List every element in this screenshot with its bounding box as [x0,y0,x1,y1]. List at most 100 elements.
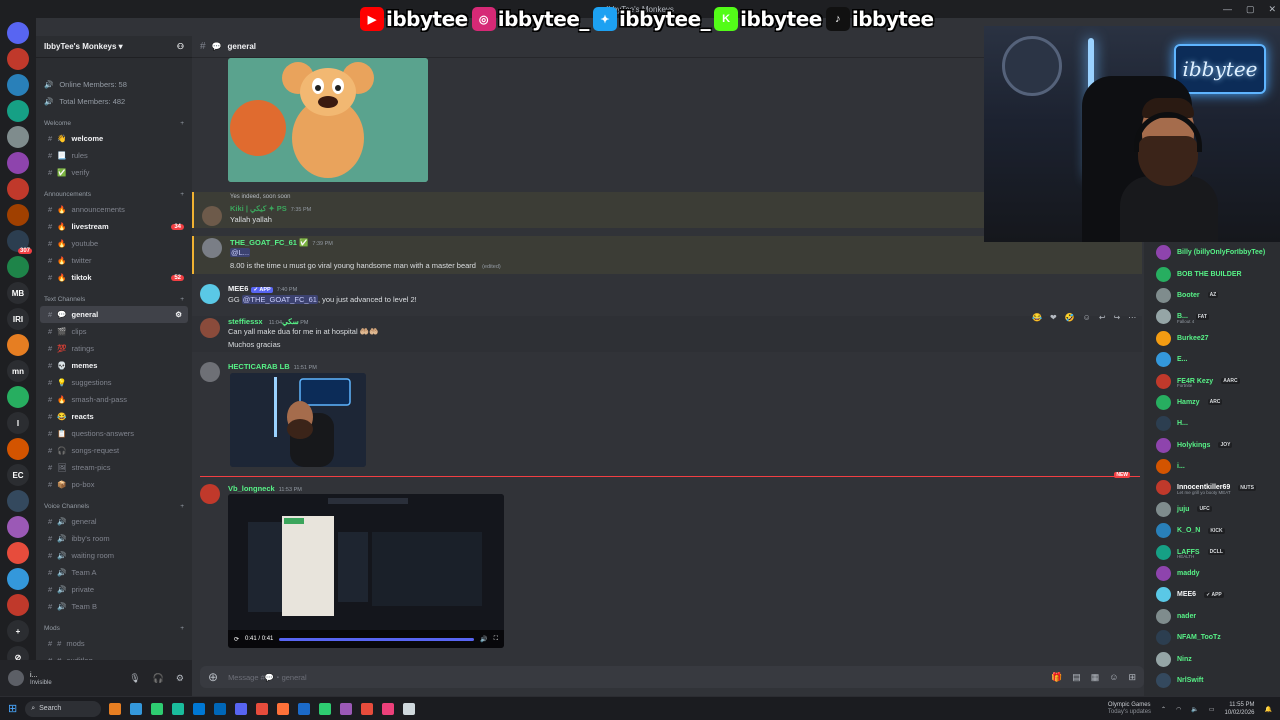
channel-item-memes[interactable]: # 💀 memes [36,357,192,374]
server-icon[interactable] [7,152,29,174]
avatar[interactable] [1156,394,1171,410]
apps-icon[interactable]: ⊞ [1128,672,1136,683]
add-channel-icon[interactable]: + [180,503,184,510]
avatar[interactable] [1156,352,1171,368]
message-item[interactable]: steffiessx سكي11:04 PM Can yall make dua… [192,313,1142,352]
channel-item-livestream[interactable]: # 🔥 livestream 34 [36,218,192,235]
server-icon[interactable] [7,490,29,512]
add-member-icon[interactable]: ⚇ [177,42,184,51]
video-attachment[interactable]: ⟳ 0:41 / 0:41 🔊 ⛶ [228,494,504,648]
avatar[interactable] [1156,373,1171,389]
message-item[interactable]: MEE6 ✓ APP 7:40 PM GG @THE_GOAT_FC_61, you… [192,282,1142,308]
avatar[interactable] [200,318,220,338]
replay-icon[interactable]: ⟳ [234,636,239,643]
avatar[interactable] [1156,651,1171,667]
category-header[interactable]: Welcome + [36,116,192,130]
reaction-heart-icon[interactable]: ❤ [1050,313,1057,322]
category-header[interactable]: Mods + [36,621,192,635]
message-item[interactable]: HECTICARAB LB 11:51 PM [192,362,1142,470]
channel-item-youtube[interactable]: # 🔥 youtube [36,235,192,252]
channel-item-waiting-room[interactable]: # 🔊 waiting room [36,547,192,564]
channel-item-general[interactable]: # 💬 general ⚙ [40,306,188,323]
taskbar-app-icon[interactable] [193,702,206,715]
channel-item-clips[interactable]: # 🎬 clips [36,323,192,340]
avatar[interactable] [1156,416,1171,432]
avatar[interactable] [1156,309,1171,325]
member-item[interactable]: Ninz [1144,648,1280,669]
taskbar-search[interactable]: ⌕ Search [25,700,102,717]
add-channel-icon[interactable]: + [180,120,184,127]
channel-item-mods[interactable]: # # mods [36,635,192,652]
member-item[interactable]: E... [1144,349,1280,370]
avatar[interactable] [202,238,222,258]
server-icon[interactable]: mn [7,360,29,382]
forward-icon[interactable]: ↪ [1114,313,1121,322]
more-icon[interactable]: ⋯ [1128,313,1136,322]
taskbar-app-icon[interactable] [319,702,332,715]
server-icon[interactable] [7,594,29,616]
video-progress[interactable] [279,637,475,641]
message-author[interactable]: THE_GOAT_FC_61 ✅ 7:39 PM [230,238,333,247]
channel-item-team-b[interactable]: # 🔊 Team B [36,598,192,615]
headphones-icon[interactable]: 🎧 [153,673,164,684]
channel-item-verify[interactable]: # ✅ verify [36,164,192,181]
server-icon[interactable] [7,386,29,408]
taskbar-app-icon[interactable] [340,702,353,715]
member-item[interactable]: Burkee27 [1144,328,1280,349]
sticker-icon[interactable]: ▦ [1091,672,1100,683]
avatar[interactable] [1156,544,1171,560]
add-reaction-icon[interactable]: ☺ [1083,313,1091,322]
image-attachment[interactable] [230,373,366,467]
server-icon[interactable]: 307 [7,230,32,254]
taskbar-app-icon[interactable] [109,702,122,715]
channel-settings-icon[interactable]: ⚙ [175,310,182,319]
add-channel-icon[interactable]: + [180,191,184,198]
server-icon[interactable] [7,48,29,70]
avatar[interactable] [1156,459,1171,475]
speaker-icon[interactable]: 🔈 [1191,706,1198,713]
avatar[interactable] [200,284,220,304]
channel-item-songs-request[interactable]: # 🎧 songs-request [36,442,192,459]
member-item[interactable]: Holykings JOY [1144,435,1280,456]
channel-item-auditlog[interactable]: ##auditlog [36,652,192,660]
taskbar-app-icon[interactable] [277,702,290,715]
taskbar-app-icon[interactable] [361,702,374,715]
server-icon[interactable]: I [7,412,29,434]
channel-item-welcome[interactable]: # 👋 welcome [36,130,192,147]
message-author[interactable]: HECTICARAB LB 11:51 PM [228,362,317,371]
server-icon[interactable] [7,126,29,148]
message-author[interactable]: Vb_longneck 11:53 PM [228,484,302,493]
member-item[interactable]: MEE6 ✓ APP [1144,584,1280,605]
user-info[interactable]: i... Invisible [30,671,52,686]
avatar[interactable] [8,670,24,686]
avatar[interactable] [1156,245,1171,261]
avatar[interactable] [1156,437,1171,453]
server-icon[interactable] [7,568,29,590]
server-icon[interactable]: IRI [7,308,29,330]
category-header[interactable]: Announcements + [36,187,192,201]
battery-icon[interactable]: ▭ [1209,706,1215,713]
member-item[interactable]: Billy (billyOnlyForIbbyTee) [1144,242,1280,263]
close-button[interactable]: ✕ [1268,4,1276,15]
notifications-icon[interactable]: 🔔 [1265,706,1272,713]
member-item[interactable]: maddy [1144,563,1280,584]
gift-icon[interactable]: 🎁 [1051,672,1062,683]
member-item[interactable]: B... FAT Fallout 4 [1144,306,1280,327]
taskbar-app-icon[interactable] [130,702,143,715]
taskbar-app-icon[interactable] [298,702,311,715]
reaction-laugh-icon[interactable]: 😂 [1032,313,1042,322]
taskbar-app-icon[interactable] [172,702,185,715]
channel-item-po-box[interactable]: # 📦 po-box [36,476,192,493]
news-widget[interactable]: Olympic Games Today's updates [1108,702,1151,716]
maximize-button[interactable]: ▢ [1246,4,1255,15]
server-icon[interactable] [7,22,29,44]
member-item[interactable]: H... [1144,413,1280,434]
reaction-praise-icon[interactable]: 🤣 [1065,313,1075,322]
taskbar-app-icon[interactable] [256,702,269,715]
server-icon[interactable] [7,438,29,460]
chevron-up-icon[interactable]: ⌃ [1161,706,1166,713]
category-header[interactable]: Text Channels + [36,292,192,306]
message-author[interactable]: Kiki | كيكي ✦ PS 7:35 PM [230,204,311,213]
server-icon[interactable] [7,256,29,278]
avatar[interactable] [1156,587,1171,603]
